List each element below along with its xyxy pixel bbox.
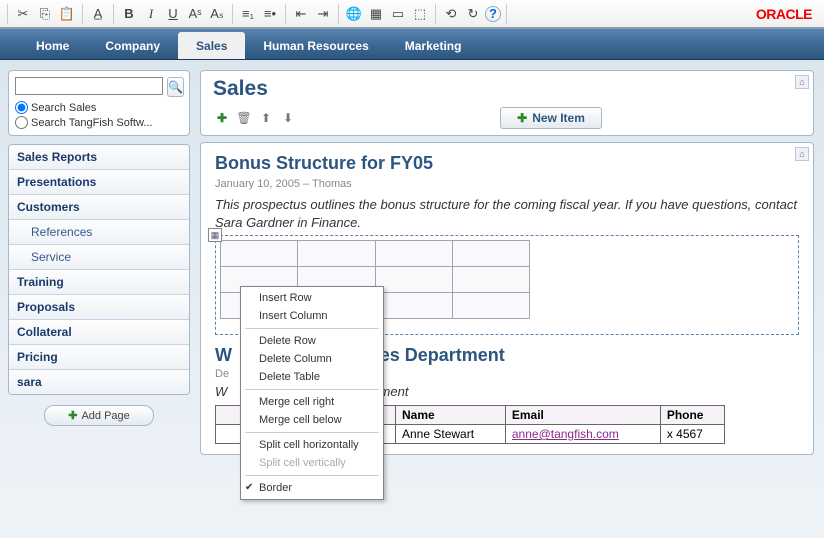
add-icon[interactable]: ✚ [213,109,231,127]
superscript-button[interactable]: Aˢ [185,4,205,24]
bold-button[interactable]: B [119,4,139,24]
ctx-delete-column[interactable]: Delete Column [241,350,383,368]
image-icon[interactable]: ▭ [388,4,408,24]
col-phone: Phone [660,406,724,425]
sidebar-item-presentations[interactable]: Presentations [9,170,189,195]
nav-home[interactable]: Home [18,32,87,59]
action-bar: ✚ 🗑 ⬆ ⬇ ✚ New Item [213,105,801,131]
new-item-button[interactable]: ✚ New Item [500,107,602,129]
search-input[interactable] [15,77,163,95]
sidebar-item-proposals[interactable]: Proposals [9,295,189,320]
doc1-body[interactable]: This prospectus outlines the bonus struc… [215,196,799,231]
up-icon[interactable]: ⬆ [257,109,275,127]
sidebar-item-sales-reports[interactable]: Sales Reports [9,145,189,170]
cell-email: anne@tangfish.com [505,425,660,444]
ctx-split-cell-horizontally[interactable]: Split cell horizontally [241,436,383,454]
unordered-list-button[interactable]: ≡• [260,4,280,24]
cut-icon[interactable]: ✂ [13,4,33,24]
panel-expand-icon[interactable]: ⌂ [795,75,809,89]
ctx-delete-row[interactable]: Delete Row [241,332,383,350]
main-nav: Home Company Sales Human Resources Marke… [0,28,824,60]
table-icon[interactable]: ▦ [366,4,386,24]
sidebar-item-collateral[interactable]: Collateral [9,320,189,345]
new-item-label: New Item [532,111,585,125]
plus-icon: ✚ [517,111,527,125]
doc1-title: Bonus Structure for FY05 [215,153,799,174]
subscript-button[interactable]: Aₛ [207,4,227,24]
sidebar: 🔍 Search Sales Search TangFish Softw... … [0,60,198,538]
sidebar-item-service[interactable]: Service [9,245,189,270]
refresh-icon[interactable]: ↻ [463,4,483,24]
search-panel: 🔍 Search Sales Search TangFish Softw... [8,70,190,136]
convert-icon[interactable]: ⟲ [441,4,461,24]
outdent-button[interactable]: ⇤ [291,4,311,24]
sidebar-item-sara[interactable]: sara [9,370,189,394]
table-handle-icon[interactable]: ▦ [208,228,222,242]
trash-icon[interactable]: 🗑 [235,109,253,127]
ctx-insert-column[interactable]: Insert Column [241,307,383,325]
underline-button[interactable]: U [163,4,183,24]
copy-icon[interactable]: ⎘ [35,4,55,24]
ctx-merge-cell-right[interactable]: Merge cell right [241,393,383,411]
indent-button[interactable]: ⇥ [313,4,333,24]
ctx-delete-table[interactable]: Delete Table [241,368,383,386]
sidebar-nav: Sales Reports Presentations Customers Re… [8,144,190,395]
col-name: Name [396,406,506,425]
add-page-button[interactable]: ✚ Add Page [44,405,154,426]
page-header-panel: ⌂ Sales ✚ 🗑 ⬆ ⬇ ✚ New Item [200,70,814,136]
sidebar-item-customers[interactable]: Customers [9,195,189,220]
search-button[interactable]: 🔍 [167,77,184,97]
sidebar-item-pricing[interactable]: Pricing [9,345,189,370]
search-scope-sales[interactable]: Search Sales [15,101,183,114]
sidebar-item-references[interactable]: References [9,220,189,245]
ctx-border[interactable]: Border [241,479,383,497]
paste-icon[interactable]: 📋 [57,4,77,24]
email-link[interactable]: anne@tangfish.com [512,427,619,441]
table-context-menu: Insert RowInsert ColumnDelete RowDelete … [240,286,384,500]
down-icon[interactable]: ⬇ [279,109,297,127]
search-scope-all[interactable]: Search TangFish Softw... [15,116,183,129]
ctx-merge-cell-below[interactable]: Merge cell below [241,411,383,429]
ctx-insert-row[interactable]: Insert Row [241,289,383,307]
oracle-logo: ORACLE [756,6,820,22]
globe-icon[interactable]: 🌐 [344,4,364,24]
doc1-meta: January 10, 2005 – Thomas [215,178,799,190]
add-page-label: Add Page [81,410,129,422]
format-icon[interactable]: A̲ [88,4,108,24]
nav-company[interactable]: Company [87,32,178,59]
page-title: Sales [213,77,801,101]
panel-expand-icon[interactable]: ⌂ [795,147,809,161]
cell-name: Anne Stewart [396,425,506,444]
ordered-list-button[interactable]: ≡₁ [238,4,258,24]
sidebar-item-training[interactable]: Training [9,270,189,295]
plus-icon: ✚ [68,409,77,422]
nav-hr[interactable]: Human Resources [245,32,386,59]
cell-phone: x 4567 [660,425,724,444]
col-email: Email [505,406,660,425]
help-icon[interactable]: ? [485,6,501,22]
formatting-toolbar: ✂ ⎘ 📋 A̲ B I U Aˢ Aₛ ≡₁ ≡• ⇤ ⇥ 🌐 ▦ ▭ ⬚ ⟲… [0,0,824,28]
nav-sales[interactable]: Sales [178,32,245,59]
nav-marketing[interactable]: Marketing [387,32,480,59]
ctx-split-cell-vertically: Split cell vertically [241,454,383,472]
italic-button[interactable]: I [141,4,161,24]
object-icon[interactable]: ⬚ [410,4,430,24]
